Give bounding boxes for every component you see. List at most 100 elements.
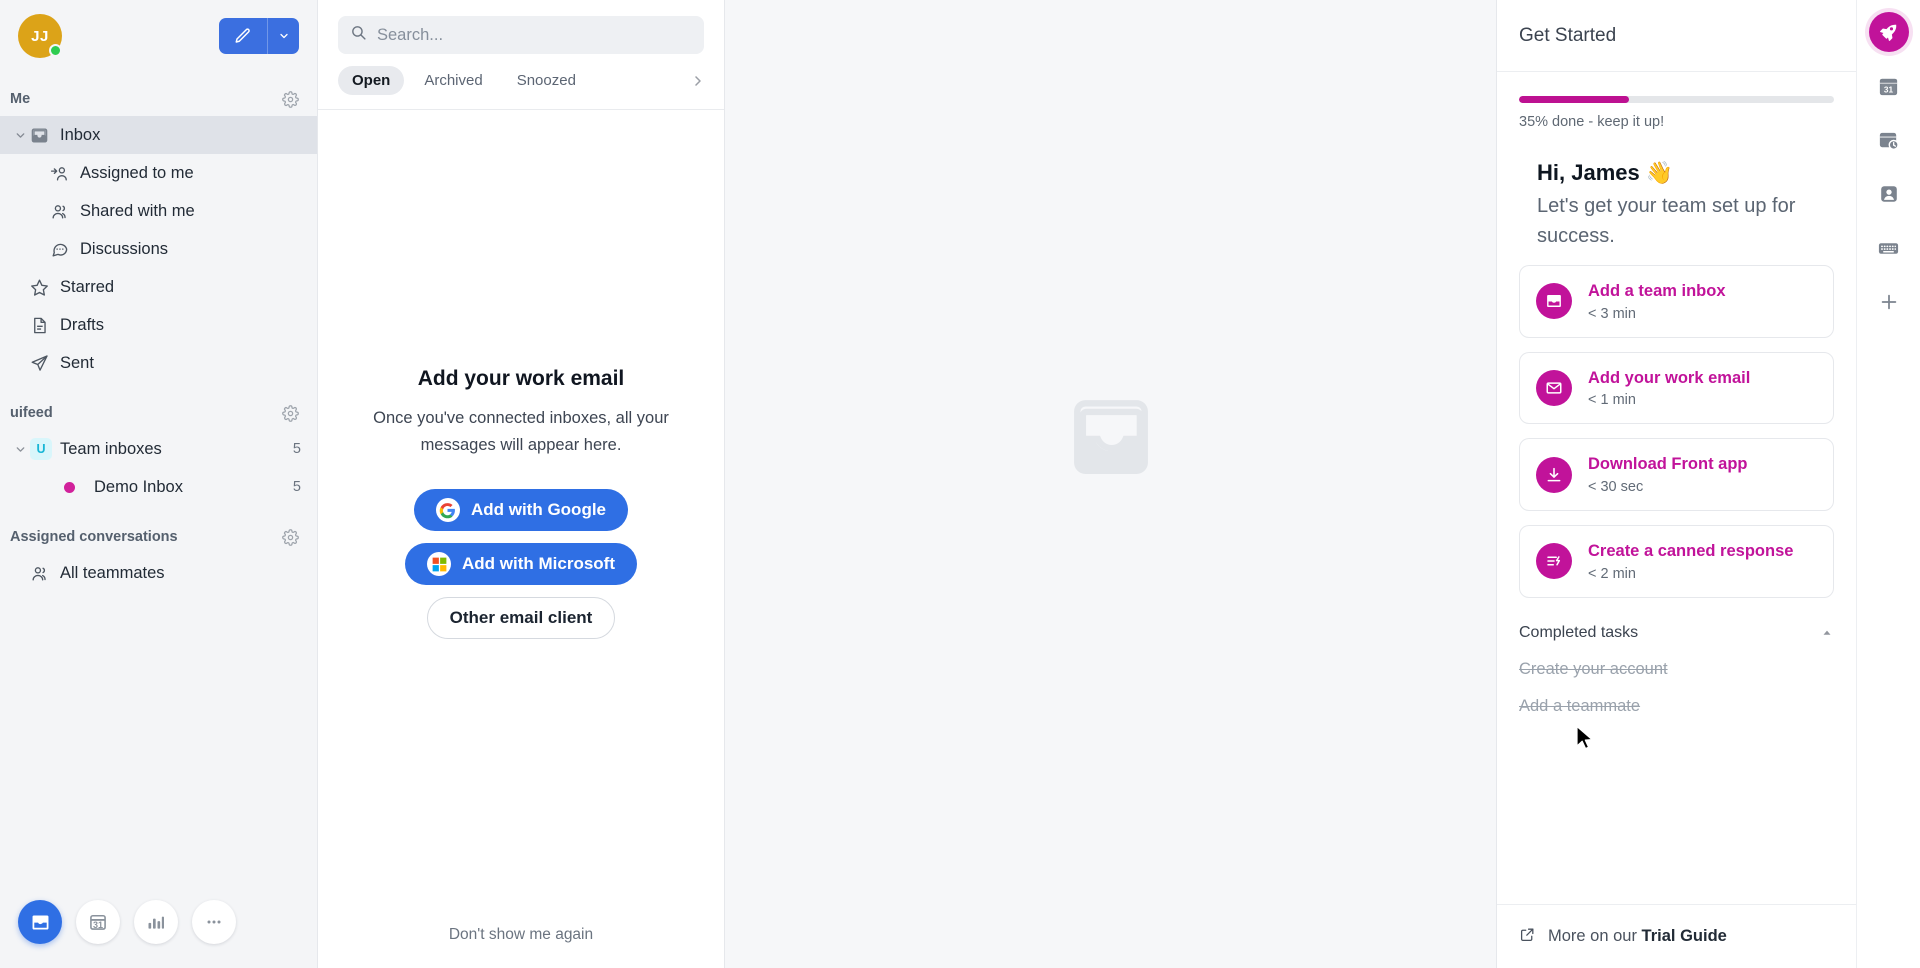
progress-label: 35% done - keep it up! <box>1519 114 1665 130</box>
dont-show-again-link[interactable]: Don't show me again <box>318 926 724 944</box>
avatar[interactable]: JJ <box>18 14 62 58</box>
chevron-up-icon[interactable] <box>1820 626 1834 640</box>
task-title: Create a canned response <box>1588 541 1794 560</box>
sidebar-item-label: Discussions <box>80 239 169 258</box>
sidebar-item-label: Demo Inbox <box>94 477 183 496</box>
team-initial: U <box>30 438 52 460</box>
chevron-right-icon[interactable] <box>690 73 706 89</box>
section-label: uifeed <box>10 405 53 421</box>
sidebar-item-drafts[interactable]: Drafts <box>0 306 317 344</box>
sidebar-item-shared-with-me[interactable]: Shared with me <box>0 192 317 230</box>
footer-link-label: Trial Guide <box>1641 927 1727 945</box>
sidebar-item-label: Team inboxes <box>60 439 162 458</box>
sidebar-item-label: Inbox <box>60 125 101 144</box>
add-with-google-button[interactable]: Add with Google <box>413 489 629 532</box>
task-title: Add a team inbox <box>1588 282 1726 300</box>
empty-state-title: Add your work email <box>417 366 625 390</box>
task-text: Create a canned response < 2 min <box>1588 541 1793 582</box>
chevron-down-icon[interactable] <box>267 18 299 54</box>
sidebar-item-label: Shared with me <box>80 201 195 220</box>
task-card-add-team-inbox[interactable]: Add a team inbox < 3 min <box>1519 265 1834 338</box>
completed-tasks-toggle[interactable]: Completed tasks <box>1519 624 1834 642</box>
mouse-cursor <box>1575 725 1595 756</box>
add-with-microsoft-button[interactable]: Add with Microsoft <box>405 543 637 586</box>
right-icon-rail: 31 <box>1856 0 1920 968</box>
progress-section: 35% done - keep it up! <box>1519 72 1834 130</box>
chevron-down-icon[interactable] <box>10 129 30 142</box>
section-label: Me <box>10 91 31 107</box>
left-sidebar: JJ Me Inbox Assigned to me Shared with m… <box>0 0 318 968</box>
sidebar-item-team-inboxes[interactable]: U Team inboxes 5 <box>0 430 317 468</box>
inbox-app-button[interactable] <box>18 900 62 944</box>
completed-task-add-teammate[interactable]: Add a teammate <box>1519 697 1834 716</box>
button-label: Add with Google <box>470 500 607 520</box>
unread-count: 5 <box>292 441 301 457</box>
other-email-client-button[interactable]: Other email client <box>426 597 616 640</box>
task-card-create-canned-response[interactable]: Create a canned response < 2 min <box>1519 524 1834 598</box>
snooze-clock-icon[interactable] <box>1869 120 1909 160</box>
chevron-down-icon[interactable] <box>10 443 30 456</box>
completed-task-create-account[interactable]: Create your account <box>1519 660 1834 679</box>
more-apps-button[interactable] <box>192 900 236 944</box>
greeting-subtitle: Let's get your team set up for success. <box>1537 195 1796 247</box>
sidebar-item-discussions[interactable]: Discussions <box>0 230 317 268</box>
greeting-heading: Hi, James 👋 <box>1537 160 1674 185</box>
empty-state: Add your work email Once you've connecte… <box>318 50 724 968</box>
calendar-31-icon[interactable]: 31 <box>1869 66 1909 106</box>
task-time: < 1 min <box>1588 392 1636 409</box>
rocket-icon[interactable] <box>1868 12 1909 52</box>
search-box[interactable] <box>338 16 704 54</box>
keyboard-icon[interactable] <box>1869 228 1909 268</box>
external-link-icon <box>1519 926 1536 948</box>
sidebar-item-inbox[interactable]: Inbox <box>0 116 317 154</box>
sidebar-item-label: Assigned to me <box>80 163 194 182</box>
greeting-block: Hi, James 👋 Let's get your team set up f… <box>1519 160 1834 251</box>
section-header-me: Me <box>0 82 317 116</box>
trial-guide-link[interactable]: More on our Trial Guide <box>1548 927 1727 946</box>
presence-indicator <box>49 44 62 57</box>
task-text: Add a team inbox < 3 min <box>1588 281 1726 322</box>
task-text: Download Front app < 30 sec <box>1588 454 1747 495</box>
assigned-user-icon <box>50 164 80 183</box>
team-badge-icon: U <box>30 438 60 460</box>
sidebar-item-label: Starred <box>60 277 115 296</box>
pink-dot <box>64 481 75 493</box>
search-input[interactable] <box>377 25 692 45</box>
sidebar-item-starred[interactable]: Starred <box>0 268 317 306</box>
sidebar-item-label: All teammates <box>60 563 165 582</box>
gear-icon[interactable] <box>282 404 299 422</box>
inbox-dot-icon <box>64 481 94 493</box>
task-time: < 30 sec <box>1588 478 1644 495</box>
star-icon <box>30 278 60 297</box>
sidebar-item-demo-inbox[interactable]: Demo Inbox 5 <box>0 468 317 506</box>
gear-icon[interactable] <box>282 90 299 108</box>
task-card-add-work-email[interactable]: Add your work email < 1 min <box>1519 351 1834 425</box>
gear-icon[interactable] <box>282 528 299 546</box>
google-icon <box>435 498 460 523</box>
calendar-app-button[interactable]: 31 <box>76 900 120 944</box>
panel-title: Get Started <box>1519 24 1617 46</box>
task-card-download-front-app[interactable]: Download Front app < 30 sec <box>1519 438 1834 511</box>
sidebar-item-assigned-to-me[interactable]: Assigned to me <box>0 154 317 192</box>
task-title: Add your work email <box>1588 368 1751 387</box>
shared-users-icon <box>50 202 80 221</box>
plus-icon[interactable] <box>1869 282 1909 322</box>
empty-state-subtitle: Once you've connected inboxes, all your … <box>373 408 669 454</box>
empty-inbox-illustration <box>1066 392 1156 487</box>
section-header-uifeed: uifeed <box>0 396 317 430</box>
sidebar-app-switcher: 31 <box>0 900 317 968</box>
section-header-assigned-conversations: Assigned conversations <box>0 520 317 554</box>
button-label: Add with Microsoft <box>462 554 615 574</box>
footer-prefix: More on our <box>1548 927 1642 945</box>
sidebar-item-sent[interactable]: Sent <box>0 344 317 382</box>
conversation-canvas <box>725 0 1593 968</box>
paper-plane-icon <box>30 354 60 373</box>
pencil-icon[interactable] <box>219 18 267 54</box>
sidebar-item-label: Sent <box>60 353 94 372</box>
compose-button[interactable] <box>219 18 299 54</box>
analytics-app-button[interactable] <box>134 900 178 944</box>
contacts-icon[interactable] <box>1869 174 1909 214</box>
sidebar-item-all-teammates[interactable]: All teammates <box>0 554 317 592</box>
search-bar-container <box>318 0 724 54</box>
teammates-icon <box>30 564 60 583</box>
